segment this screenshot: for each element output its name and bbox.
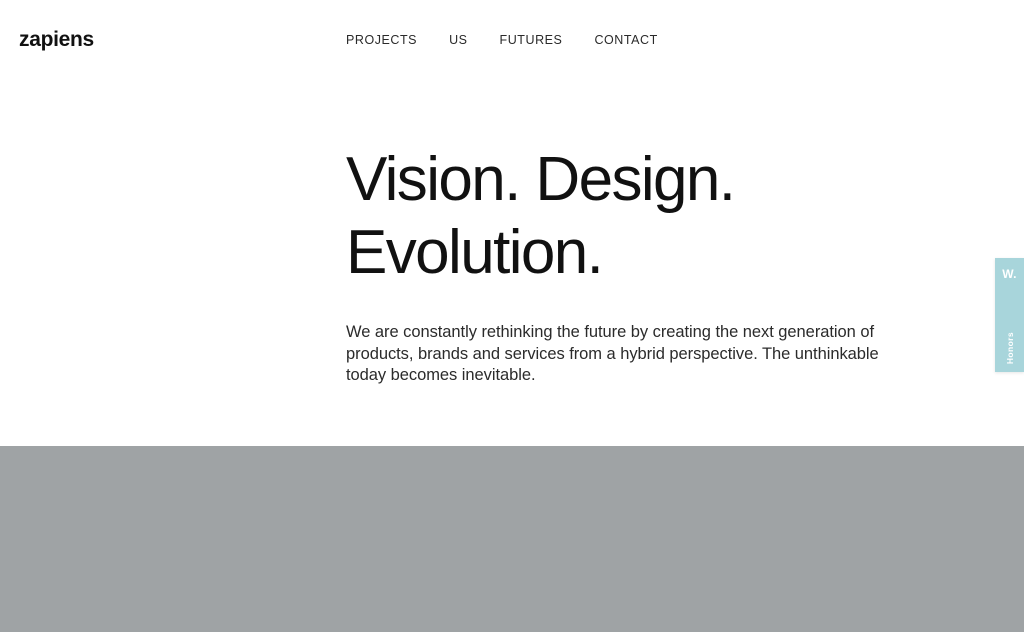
- window-jamb: [191, 446, 205, 586]
- nav-item-projects[interactable]: PROJECTS: [346, 31, 417, 49]
- hero-content: Vision. Design. Evolution. We are consta…: [346, 143, 946, 387]
- window-sill: [191, 583, 370, 632]
- hero-headline: Vision. Design. Evolution.: [346, 145, 736, 287]
- window-foliage: [191, 446, 385, 632]
- hero-subcopy: We are constantly rethinking the future …: [346, 323, 879, 384]
- hero-section: Vision. Design. Evolution. We are consta…: [0, 80, 1024, 446]
- concrete-wall: [370, 446, 1024, 632]
- brand-logo[interactable]: zapiens: [19, 27, 94, 53]
- sign-panel-frame: [498, 607, 570, 632]
- nav-item-futures[interactable]: FUTURES: [500, 31, 563, 49]
- side-tab-label: Honors: [1004, 331, 1015, 364]
- nav-item-us[interactable]: US: [449, 31, 467, 49]
- concrete-streaks: [470, 446, 932, 632]
- hero-photo: [0, 446, 1024, 632]
- concrete-blemishes: [699, 497, 989, 593]
- restroom-pictograms: [458, 507, 561, 556]
- side-tab-widget[interactable]: W. Honors: [995, 258, 1024, 372]
- sign-panel: [498, 607, 570, 632]
- stair-handrail: [0, 489, 140, 632]
- landing-page: zapiens PROJECTS US FUTURES CONTACT Visi…: [0, 0, 1024, 632]
- left-wall-panel: [0, 446, 160, 632]
- pictogram-body-arch-left: [458, 536, 498, 556]
- side-tab-mark: W.: [1002, 267, 1017, 281]
- sign-chevron-icon: [500, 612, 540, 632]
- site-header: zapiens PROJECTS US FUTURES CONTACT: [0, 0, 1024, 80]
- pictogram-head-circle: [465, 507, 491, 533]
- pictogram-head-arch: [528, 507, 554, 528]
- concrete-banding: [370, 470, 1024, 614]
- nav-item-contact[interactable]: CONTACT: [594, 31, 657, 49]
- main-navigation: PROJECTS US FUTURES CONTACT: [346, 31, 658, 49]
- photo-illustration: [0, 446, 1024, 632]
- pictogram-body-arch-right: [521, 536, 561, 556]
- left-wall-shadow: [0, 446, 160, 472]
- concrete-pillar: [160, 446, 191, 632]
